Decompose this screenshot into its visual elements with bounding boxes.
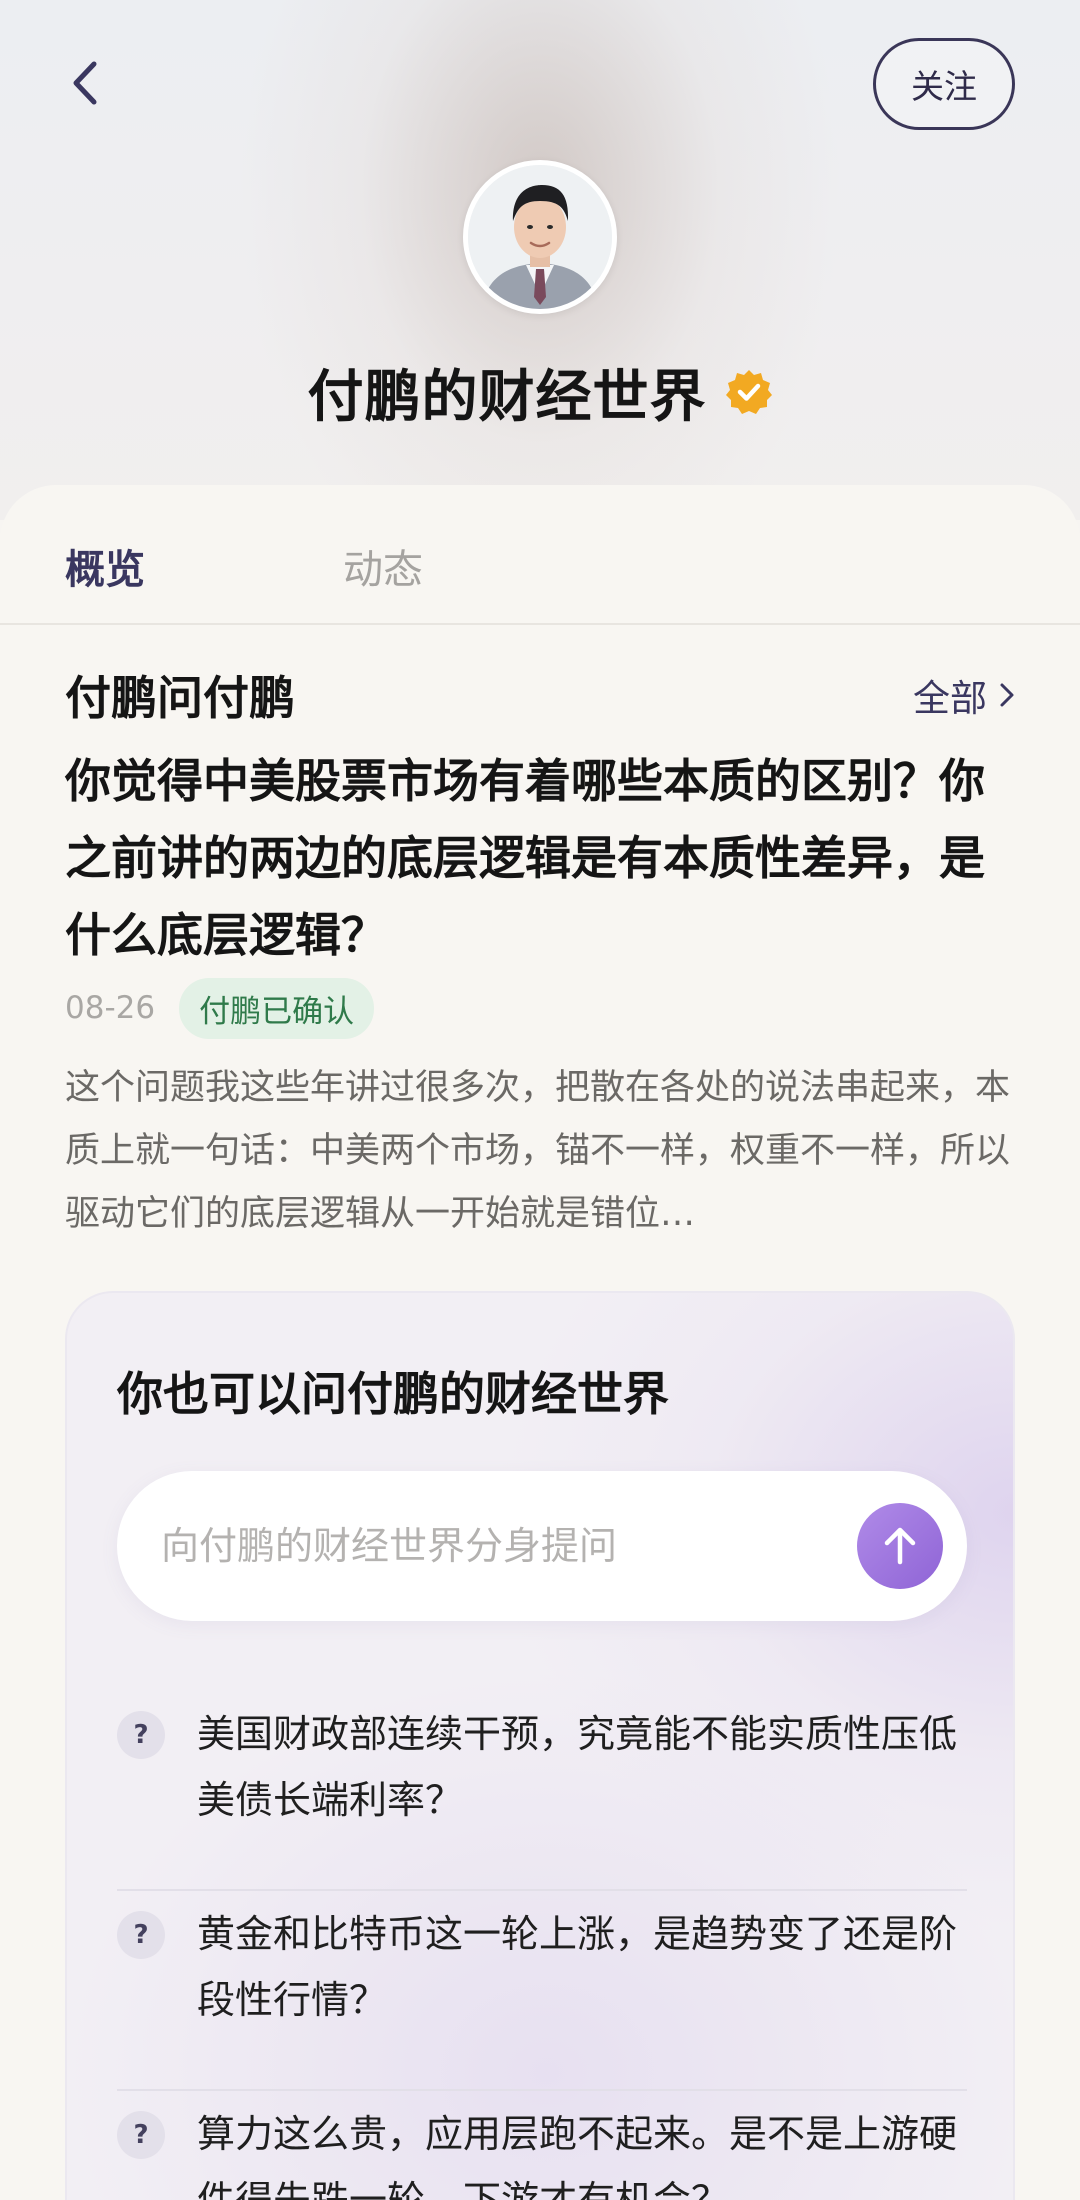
divider <box>117 1889 967 1891</box>
send-button[interactable] <box>857 1503 943 1589</box>
chevron-left-icon <box>73 61 97 105</box>
verified-badge-icon <box>725 370 772 414</box>
title-row: 付鹏的财经世界 <box>0 352 1080 432</box>
content-panel: 概览 动态 付鹏问付鹏 全部 你觉得中美股票市场有着哪些本质的区别？你之前讲的两… <box>0 485 1080 2200</box>
back-button[interactable] <box>60 58 110 108</box>
ask-card: 你也可以问付鹏的财经世界 ? 美国财政部连续干预，究竟能不能实质性压低美债长端利… <box>65 1291 1015 2200</box>
follow-button[interactable]: 关注 <box>873 38 1015 130</box>
question-mark-icon: ? <box>117 1911 165 1959</box>
suggestion-item[interactable]: ? 美国财政部连续干预，究竟能不能实质性压低美债长端利率？ <box>117 1701 967 1841</box>
qa-section-header: 付鹏问付鹏 全部 <box>65 660 1015 730</box>
suggestion-item[interactable]: ? 算力这么贵，应用层跑不起来。是不是上游硬件得先跌一轮，下游才有机会？ <box>117 2101 967 2200</box>
tab-activity[interactable]: 动态 <box>343 537 423 595</box>
confirmed-badge: 付鹏已确认 <box>179 977 375 1039</box>
ask-input[interactable] <box>161 1471 821 1621</box>
see-all-link[interactable]: 全部 <box>913 668 1015 722</box>
tab-overview[interactable]: 概览 <box>65 537 145 595</box>
question-mark-icon: ? <box>117 2111 165 2159</box>
suggestion-item[interactable]: ? 黄金和比特币这一轮上涨，是趋势变了还是阶段性行情？ <box>117 1901 967 2041</box>
suggestion-text: 美国财政部连续干预，究竟能不能实质性压低美债长端利率？ <box>197 1712 958 1822</box>
question-date: 08-26 <box>65 990 156 1026</box>
see-all-label: 全部 <box>913 677 987 720</box>
avatar[interactable] <box>463 160 617 314</box>
chevron-right-icon <box>1000 683 1014 707</box>
ask-card-title: 你也可以问付鹏的财经世界 <box>117 1367 669 1421</box>
ask-input-container <box>117 1471 967 1621</box>
suggestion-text: 黄金和比特币这一轮上涨，是趋势变了还是阶段性行情？ <box>197 1912 958 2022</box>
question-title[interactable]: 你觉得中美股票市场有着哪些本质的区别？你之前讲的两边的底层逻辑是有本质性差异，是… <box>65 743 1015 974</box>
question-mark-icon: ? <box>117 1711 165 1759</box>
tab-bar: 概览 动态 <box>0 485 1080 625</box>
avatar-portrait <box>468 165 612 309</box>
answer-excerpt[interactable]: 这个问题我这些年讲过很多次，把散在各处的说法串起来，本质上就一句话：中美两个市场… <box>65 1057 1015 1246</box>
section-title: 付鹏问付鹏 <box>65 671 295 725</box>
arrow-up-icon <box>884 1527 916 1565</box>
divider <box>117 2089 967 2091</box>
suggestion-text: 算力这么贵，应用层跑不起来。是不是上游硬件得先跌一轮，下游才有机会？ <box>197 2112 958 2200</box>
page-title: 付鹏的财经世界 <box>307 364 707 430</box>
question-meta: 08-26 付鹏已确认 <box>65 977 375 1039</box>
profile-header: 关注 付鹏的财经世界 <box>0 0 1080 520</box>
